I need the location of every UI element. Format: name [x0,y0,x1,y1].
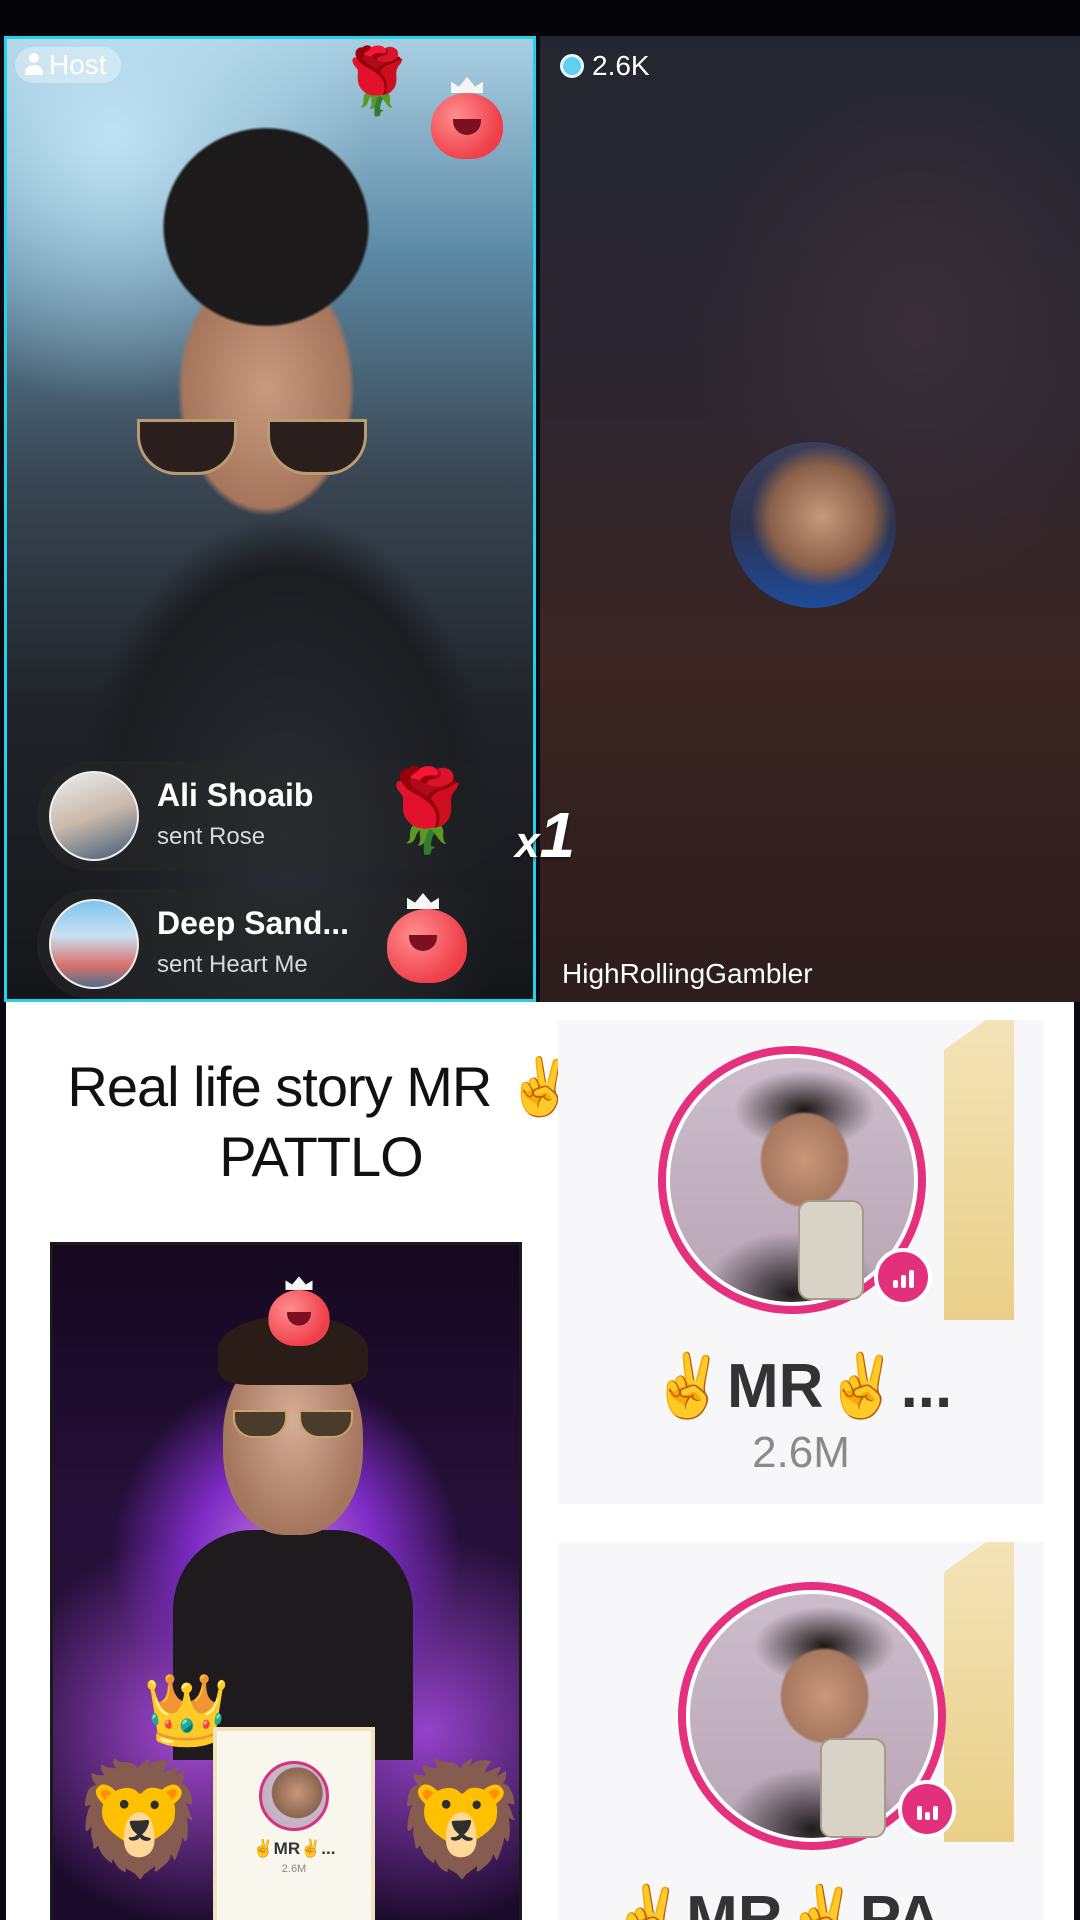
host-badge: Host [15,47,121,83]
story-title-line-1: Real life story MR ✌️ [67,1055,575,1118]
gift-notification-row: Deep Sand... sent Heart Me [37,889,507,999]
top-status-bar [0,0,1080,36]
gift-sender-name: Ali Shoaib [157,777,314,813]
profile-name: ✌️MR✌️... [649,1352,953,1421]
opponent-name[interactable]: HighRollingGambler [562,958,813,990]
profile-card[interactable]: ✌️MR✌️... 2.6M [558,1020,1044,1504]
live-bars-icon [874,1248,932,1306]
rose-icon: 🌹 [337,45,417,117]
rank-stripe [944,1542,1014,1842]
mini-profile-name: ✌️MR✌️... [252,1839,336,1858]
lion-icon: 🦁 [393,1758,522,1881]
person-icon [25,53,43,77]
gem-icon [560,54,584,78]
story-poster[interactable]: 👑 🦁 🦁 ✌️MR✌️... 2.6M [50,1242,522,1920]
avatar[interactable] [49,771,139,861]
heart-me-icon [268,1276,330,1347]
coin-count-badge: 2.6K [560,50,650,82]
profile-name: ✌️MR✌️PA... [608,1884,994,1920]
host-video-panel[interactable]: Host 🌹 Ali Shoaib sent Rose 🌹 Deep Sand.… [4,36,536,1002]
gift-notification-row: Ali Shoaib sent Rose 🌹 [37,761,507,871]
live-bars-icon [898,1780,956,1838]
mini-profile-count: 2.6M [281,1863,307,1875]
story-section: Real life story MR ✌️ PATTLO 👑 🦁 🦁 ✌️MR✌… [6,1002,1074,1920]
avatar [259,1761,329,1831]
profile-card[interactable]: ✌️MR✌️PA... [558,1542,1044,1920]
opponent-avatar[interactable] [730,442,896,608]
avatar[interactable] [49,899,139,989]
gift-combo-counter: x1 [515,799,576,871]
phone-in-photo [798,1200,864,1300]
rank-stripe [944,1020,1014,1320]
opponent-video-panel[interactable]: 2.6K HighRollingGambler [540,36,1080,1002]
heart-me-icon [431,77,503,159]
gift-sender-name: Deep Sand... [157,905,350,941]
story-title-line-2: PATTLO [219,1125,424,1188]
gift-description: sent Rose [157,823,266,850]
lion-icon: 🦁 [71,1758,208,1881]
gift-description: sent Heart Me [157,951,308,978]
mini-profile-card: ✌️MR✌️... 2.6M [213,1727,375,1920]
phone-in-photo [820,1738,886,1838]
host-label: Host [49,49,107,80]
sunglasses [233,1410,353,1440]
profile-count: 2.6M [752,1428,850,1477]
coin-count: 2.6K [592,50,650,81]
story-title: Real life story MR ✌️ PATTLO [26,1052,616,1192]
sunglasses [137,419,367,479]
heart-me-icon [387,893,467,983]
rose-icon: 🌹 [377,766,477,855]
